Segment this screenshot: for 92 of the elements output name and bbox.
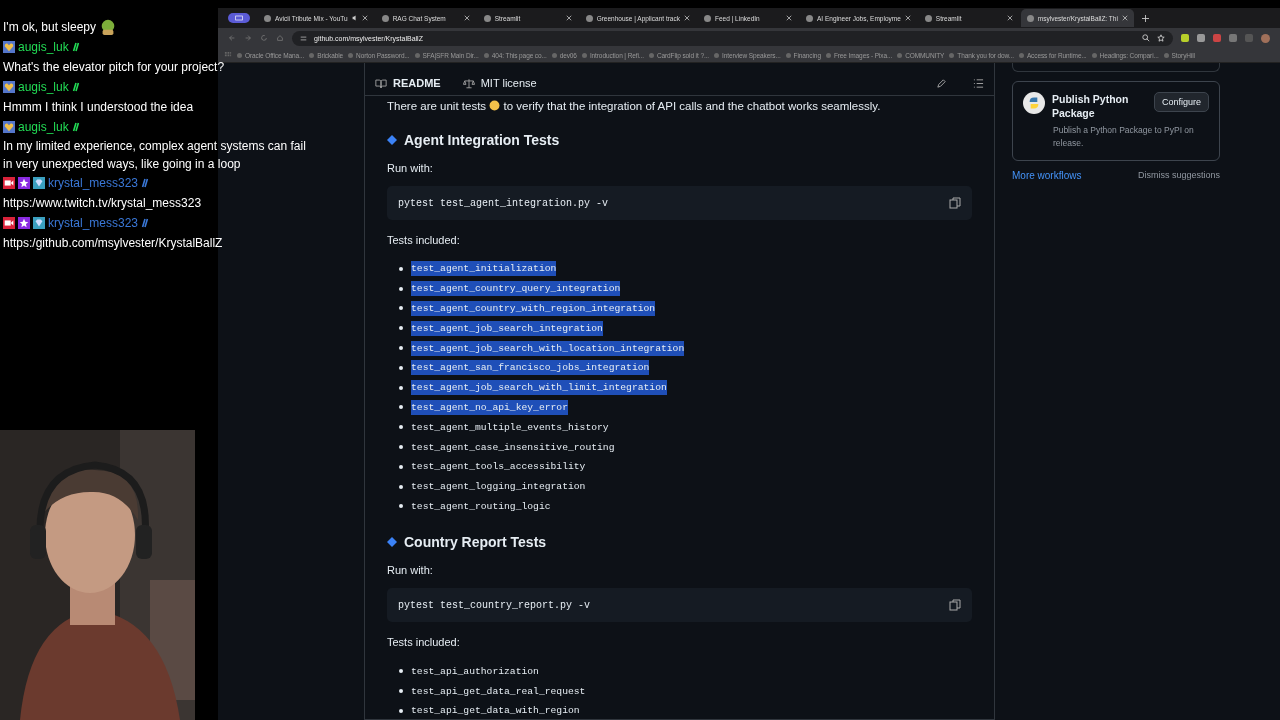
code-block: pytest test_country_report.py -v bbox=[387, 588, 972, 623]
test-name: test_api_authorization bbox=[411, 664, 539, 679]
chat-message: https:/www.twitch.tv/krystal_mess323 bbox=[3, 195, 202, 212]
close-icon[interactable] bbox=[684, 15, 690, 21]
card-description: Publish a Python Package to PyPI on release. bbox=[1053, 124, 1195, 150]
section-heading: Country Report Tests bbox=[404, 534, 547, 551]
test-name: test_agent_logging_integration bbox=[411, 480, 586, 495]
test-name: test_api_get_data_real_request bbox=[411, 684, 586, 699]
slash-icon bbox=[71, 42, 80, 52]
test-name: test_agent_job_search_with_location_integration bbox=[411, 340, 685, 356]
star-icon[interactable] bbox=[1157, 34, 1165, 42]
emote-icon bbox=[99, 18, 117, 36]
test-name: test_agent_country_query_integration bbox=[411, 281, 621, 297]
chat-message: In my limited experience, complex agent systems can fail in very unexpected ways, like going in a loop bbox=[3, 138, 307, 173]
card-title: Publish Python Package bbox=[1052, 92, 1130, 120]
test-name: test_agent_multiple_events_history bbox=[411, 420, 609, 435]
diamond-icon bbox=[387, 537, 397, 548]
chat-username: augis_luk bbox=[18, 79, 69, 96]
tests-label: Tests included: bbox=[387, 636, 461, 649]
heart-badge-icon bbox=[3, 81, 15, 93]
section-heading: Agent Integration Tests bbox=[404, 132, 560, 148]
code-block: pytest test_agent_integration.py -v bbox=[387, 186, 972, 220]
emoji-icon bbox=[489, 100, 501, 111]
book-icon bbox=[375, 77, 387, 89]
tests-label: Tests included: bbox=[387, 234, 461, 246]
close-icon[interactable] bbox=[786, 15, 792, 21]
pencil-icon[interactable] bbox=[936, 77, 947, 89]
close-icon[interactable] bbox=[565, 15, 572, 21]
readme-tab[interactable]: README bbox=[375, 77, 441, 89]
configure-button[interactable]: Configure bbox=[1153, 92, 1209, 112]
favicon-icon bbox=[704, 14, 711, 22]
favicon-icon bbox=[264, 14, 271, 22]
close-icon[interactable] bbox=[463, 15, 470, 21]
camera-badge-icon bbox=[3, 217, 15, 229]
gem-badge-icon bbox=[33, 217, 45, 229]
chat-message: https:/github.com/msylvester/KrystalBallZ bbox=[3, 235, 223, 252]
run-label: Run with: bbox=[387, 162, 434, 174]
more-workflows-link[interactable]: More workflows bbox=[1012, 170, 1082, 181]
test-name: test_agent_san_francisco_jobs_integration bbox=[411, 360, 650, 376]
speaker-icon[interactable] bbox=[351, 15, 358, 21]
favicon-icon bbox=[924, 14, 932, 22]
test-name: test_api_get_data_with_region bbox=[411, 704, 580, 719]
diamond-icon bbox=[387, 135, 397, 145]
chat-username: augis_luk bbox=[18, 39, 69, 56]
chat-message: Hmmm I think I understood the idea bbox=[3, 99, 194, 116]
profile-avatar-icon[interactable] bbox=[1261, 33, 1270, 43]
run-label: Run with: bbox=[387, 564, 434, 577]
site-settings-icon[interactable] bbox=[300, 34, 307, 42]
test-name: test_agent_routing_logic bbox=[411, 499, 551, 514]
heart-badge-icon bbox=[3, 121, 15, 133]
slash-icon bbox=[141, 178, 150, 188]
favicon-icon bbox=[483, 14, 491, 22]
test-name: test_agent_no_api_key_error bbox=[411, 399, 568, 415]
copy-icon[interactable] bbox=[949, 599, 961, 612]
favicon-icon bbox=[1026, 14, 1034, 22]
scale-icon bbox=[462, 77, 475, 89]
star-badge-icon bbox=[18, 217, 30, 229]
dismiss-link[interactable]: Dismiss suggestions bbox=[1137, 170, 1220, 181]
readme-tab[interactable]: MIT license bbox=[462, 77, 537, 89]
chat-message: I'm ok, but sleepy bbox=[3, 19, 96, 36]
new-tab-icon[interactable] bbox=[1141, 14, 1149, 22]
heart-badge-icon bbox=[3, 41, 15, 53]
gem-badge-icon bbox=[33, 177, 45, 189]
slash-icon bbox=[71, 122, 80, 132]
slash-icon bbox=[141, 218, 150, 228]
copy-icon[interactable] bbox=[949, 197, 961, 209]
test-name: test_agent_job_search_integration bbox=[411, 320, 603, 336]
close-icon[interactable] bbox=[1121, 15, 1128, 21]
intro-paragraph: There are unit tests to verify that the integration of API calls and the chatbot works seamlessly. bbox=[387, 99, 882, 114]
test-name: test_agent_initialization bbox=[411, 261, 557, 277]
test-name: test_agent_case_insensitive_routing bbox=[411, 440, 615, 455]
star-badge-icon bbox=[18, 177, 30, 189]
slash-icon bbox=[71, 82, 80, 92]
close-icon[interactable] bbox=[361, 15, 368, 21]
favicon-icon bbox=[806, 14, 813, 22]
tab-group-button[interactable] bbox=[228, 13, 250, 23]
favicon-icon bbox=[381, 14, 389, 22]
chat-message: What's the elevator pitch for your project? bbox=[3, 59, 225, 76]
close-icon[interactable] bbox=[904, 15, 911, 21]
chat-username: krystal_mess323 bbox=[48, 215, 139, 232]
favicon-icon bbox=[585, 14, 593, 22]
zoom-icon[interactable] bbox=[1142, 34, 1150, 42]
camera-badge-icon bbox=[3, 177, 15, 189]
chat-username: augis_luk bbox=[18, 119, 69, 136]
chat-username: krystal_mess323 bbox=[48, 175, 139, 192]
package-logo-icon bbox=[1023, 92, 1045, 114]
window-icon bbox=[235, 15, 243, 21]
close-icon[interactable] bbox=[1006, 15, 1013, 21]
test-name: test_agent_tools_accessibility bbox=[411, 460, 586, 475]
list-icon[interactable] bbox=[973, 77, 984, 89]
test-name: test_agent_country_with_region_integration bbox=[411, 301, 656, 316]
test-name: test_agent_job_search_with_limit_integration bbox=[411, 380, 667, 396]
